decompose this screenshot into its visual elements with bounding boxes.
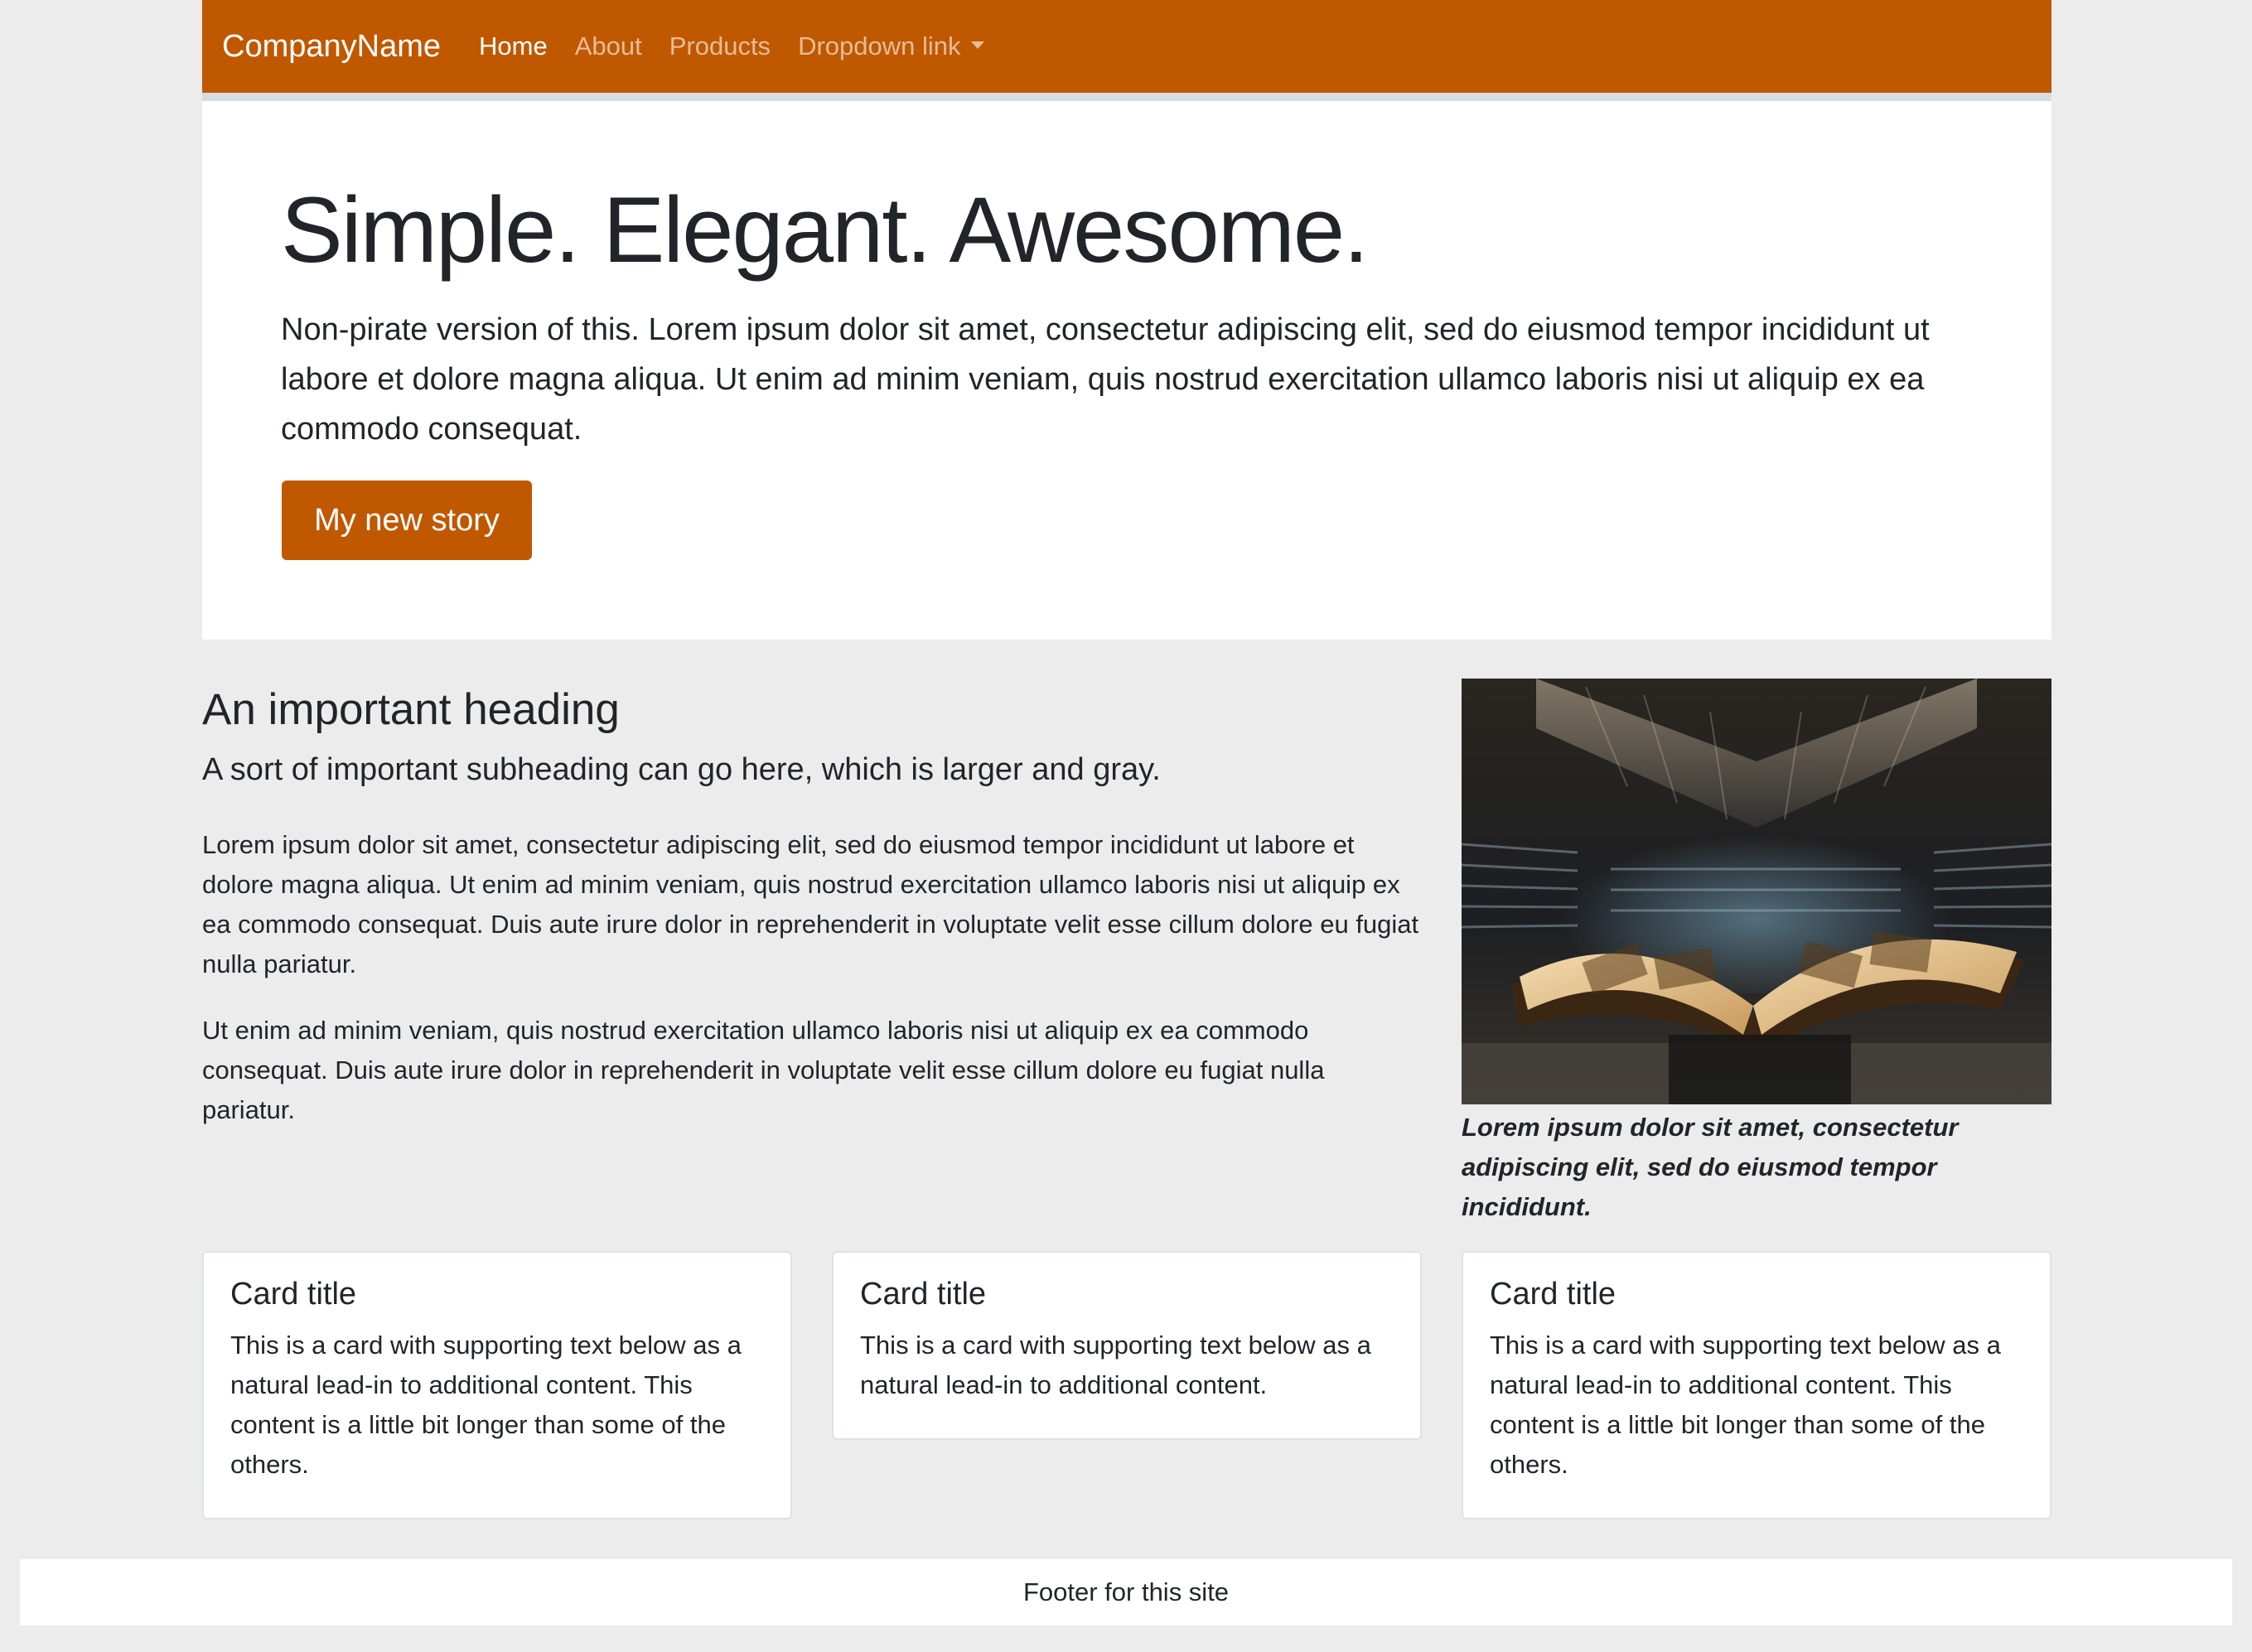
brand-link[interactable]: CompanyName <box>222 29 441 65</box>
card-text: This is a card with supporting text belo… <box>1490 1330 2001 1479</box>
card-title: Card title <box>860 1277 987 1311</box>
subheading: A sort of important subheading can go he… <box>202 752 1161 787</box>
body-paragraph: Ut enim ad minim veniam, quis nostrud ex… <box>202 1016 1325 1124</box>
card: Card title This is a card with supportin… <box>202 1251 792 1519</box>
card: Card title This is a card with supportin… <box>832 1251 1422 1440</box>
nav-item-about[interactable]: About <box>575 31 642 61</box>
my-new-story-button[interactable]: My new story <box>282 481 532 560</box>
hero-title: Simple. Elegant. Awesome. <box>281 178 1369 282</box>
important-heading: An important heading <box>202 685 620 734</box>
hero-text: Non-pirate version of this. Lorem ipsum … <box>281 312 1930 447</box>
card: Card title This is a card with supportin… <box>1462 1251 2051 1519</box>
body-paragraph: Lorem ipsum dolor sit amet, consectetur … <box>202 830 1419 978</box>
card-text: This is a card with supporting text belo… <box>860 1330 1371 1399</box>
footer-text: Footer for this site <box>1022 1577 1230 1606</box>
nav-item-home[interactable]: Home <box>479 31 548 61</box>
main-content: An important heading A sort of important… <box>202 663 2051 1234</box>
card-title: Card title <box>230 1277 357 1311</box>
caret-down-icon <box>970 41 984 50</box>
book-figure: Lorem ipsum dolor sit amet, consectetur … <box>1462 679 2051 1227</box>
image-caption: Lorem ipsum dolor sit amet, consectetur … <box>1462 1113 1959 1221</box>
card-title: Card title <box>1490 1277 1617 1311</box>
footer: Footer for this site <box>20 1559 2232 1625</box>
nav-item-products[interactable]: Products <box>669 31 771 61</box>
hero-section: Simple. Elegant. Awesome. Non-pirate ver… <box>202 101 2051 640</box>
card-text: This is a card with supporting text belo… <box>230 1330 742 1479</box>
navbar: CompanyName Home About Products Dropdown… <box>202 0 2051 101</box>
nav-item-dropdown[interactable]: Dropdown link <box>798 31 984 61</box>
dropdown-link-label: Dropdown link <box>798 31 961 60</box>
book-image <box>1462 679 2051 1104</box>
